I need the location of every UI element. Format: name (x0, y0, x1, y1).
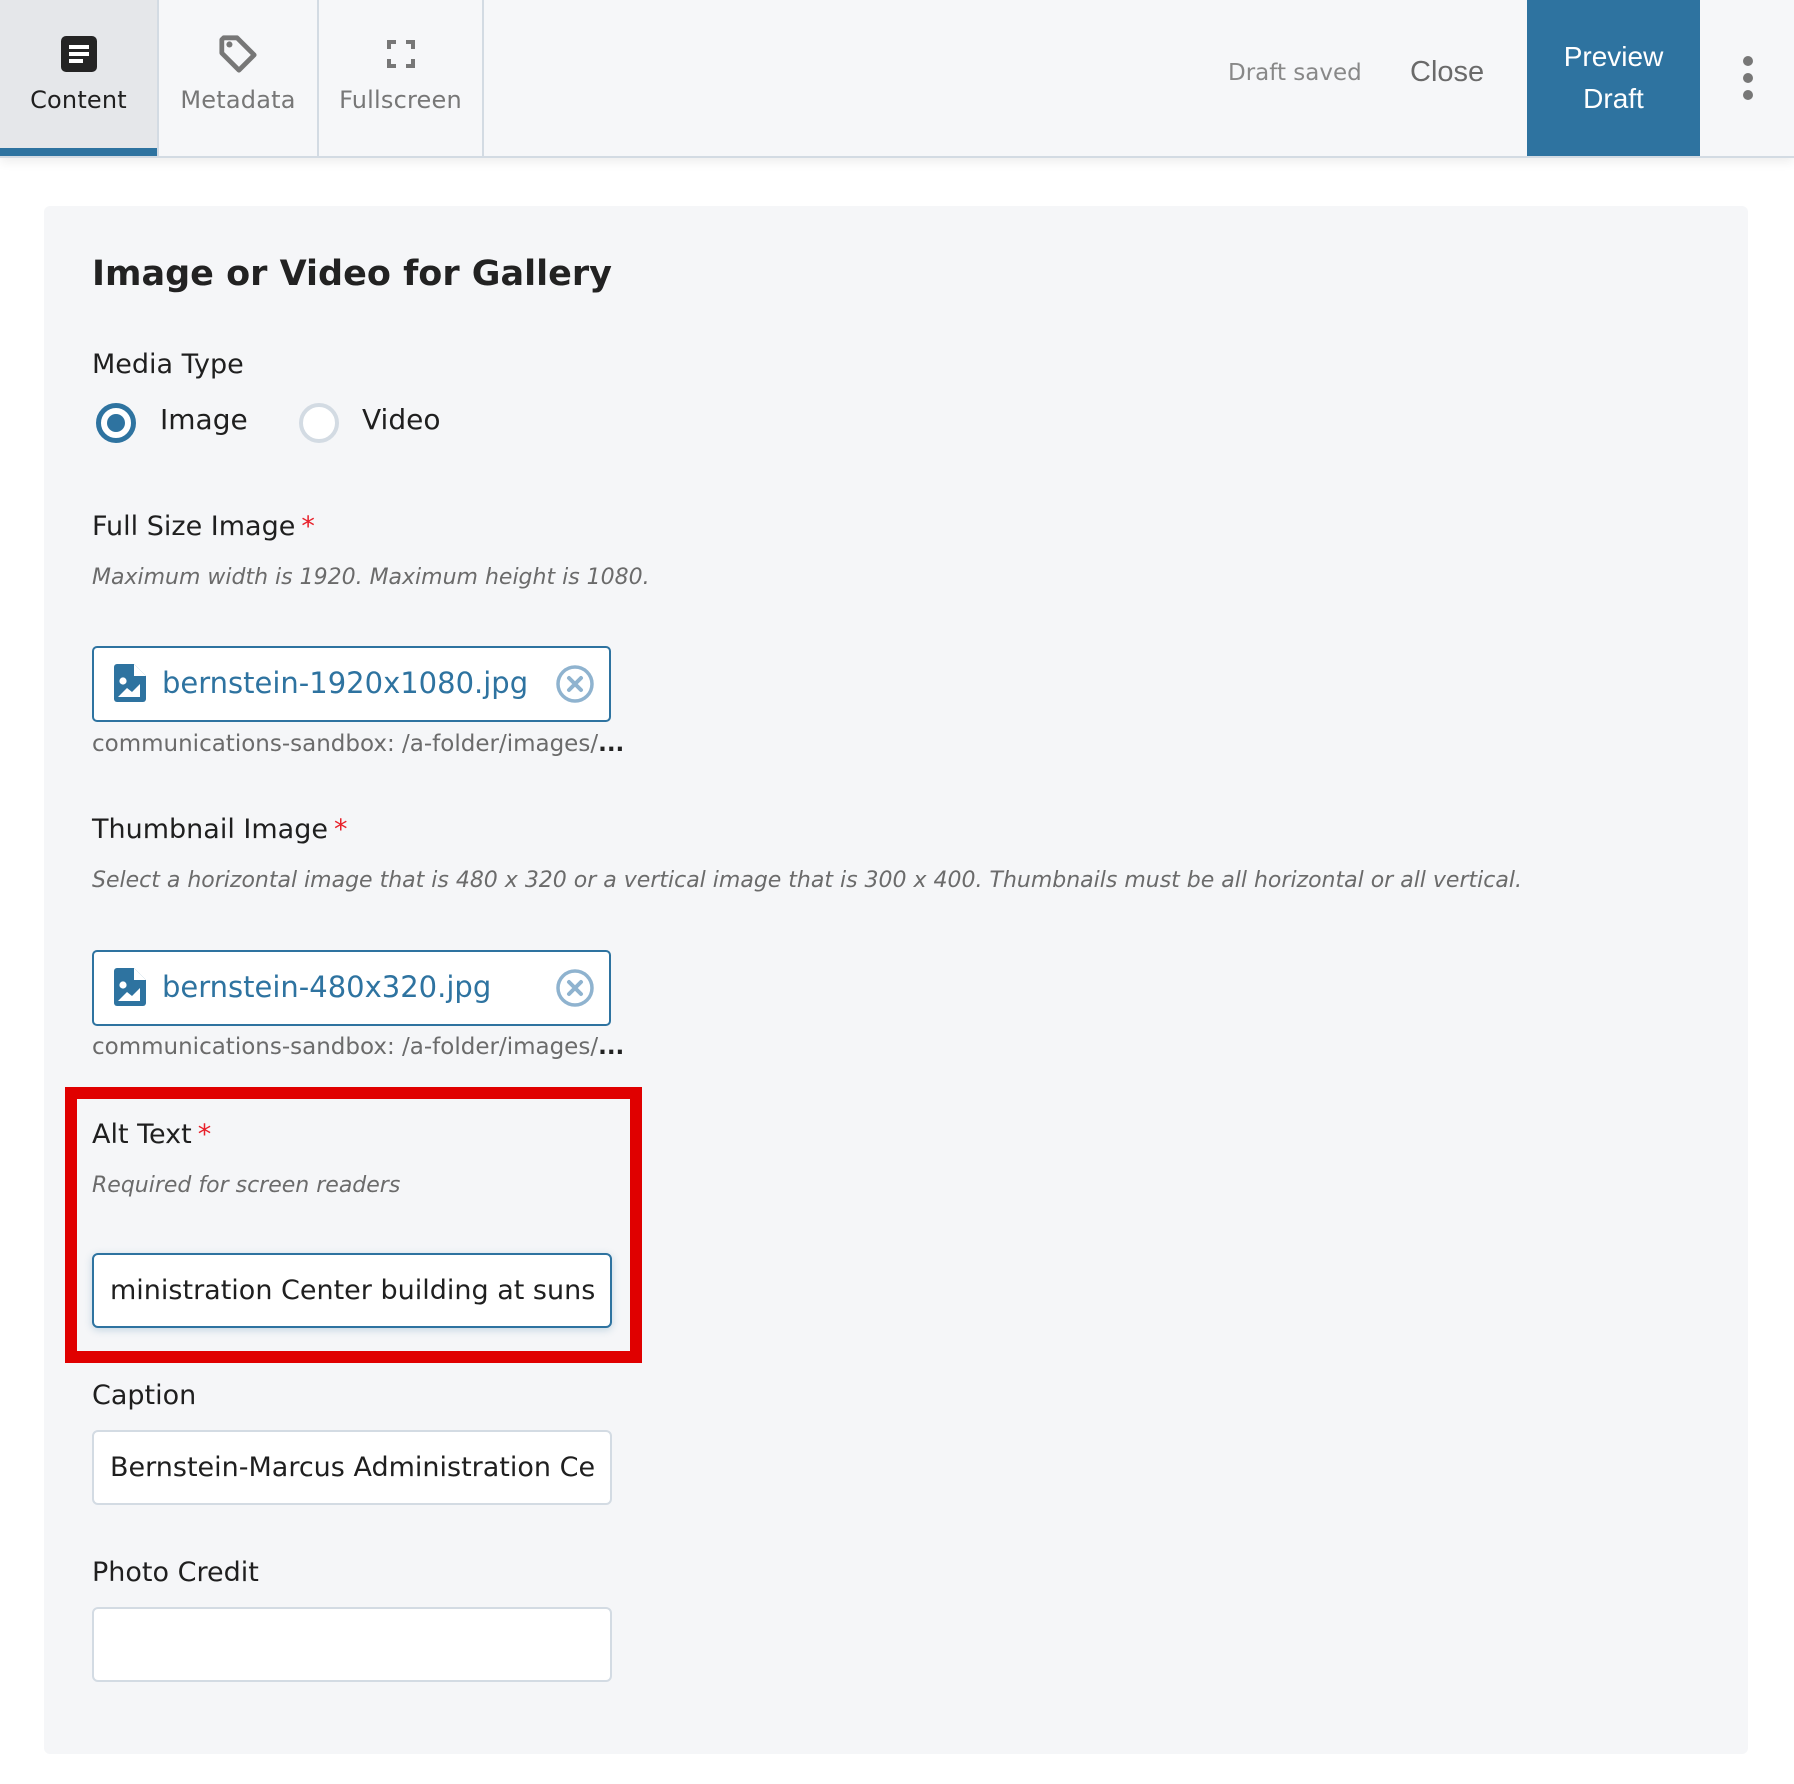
section-title: Image or Video for Gallery (92, 254, 612, 294)
tab-content[interactable]: Content (0, 0, 157, 156)
alt-text-label: Alt Text * (92, 1119, 212, 1150)
caption-input[interactable] (92, 1430, 612, 1505)
thumbnail-image-filename[interactable]: bernstein-480x320.jpg (162, 970, 491, 1004)
photo-credit-label: Photo Credit (92, 1557, 259, 1588)
required-marker: * (333, 814, 348, 845)
full-size-image-hint: Maximum width is 1920. Maximum height is… (92, 565, 650, 590)
tag-icon (218, 34, 258, 74)
image-file-icon (114, 664, 146, 706)
image-file-icon (114, 968, 146, 1010)
alt-text-input[interactable] (92, 1253, 612, 1328)
preview-draft-label-line1: Preview (1563, 41, 1664, 72)
radio-video[interactable] (299, 403, 339, 443)
required-marker: * (197, 1119, 212, 1150)
full-size-image-filename[interactable]: bernstein-1920x1080.jpg (162, 666, 528, 700)
caption-label: Caption (92, 1380, 197, 1411)
draft-status: Draft saved (1228, 60, 1362, 86)
radio-video-label[interactable]: Video (362, 403, 440, 436)
tab-fullscreen-label: Fullscreen (339, 86, 462, 114)
radio-image[interactable] (96, 403, 136, 443)
photo-credit-input[interactable] (92, 1607, 612, 1682)
radio-image-label[interactable]: Image (160, 403, 248, 436)
preview-draft-label-line2: Draft (1583, 83, 1644, 114)
full-size-image-file: bernstein-1920x1080.jpg (92, 646, 611, 722)
media-type-label: Media Type (92, 349, 244, 380)
full-size-image-label: Full Size Image * (92, 511, 315, 542)
thumbnail-image-file: bernstein-480x320.jpg (92, 950, 611, 1026)
fullscreen-icon (381, 34, 421, 74)
tab-metadata-label: Metadata (180, 86, 296, 114)
document-icon (59, 34, 99, 74)
remove-file-icon[interactable] (555, 968, 595, 1012)
thumbnail-image-path: communications-sandbox: /a-folder/images… (92, 1034, 625, 1060)
close-button[interactable]: Close (1410, 56, 1484, 89)
alt-text-hint: Required for screen readers (92, 1173, 401, 1198)
more-options-button[interactable] (1730, 56, 1766, 100)
required-marker: * (301, 511, 315, 542)
tab-fullscreen[interactable]: Fullscreen (319, 0, 484, 156)
more-vertical-icon (1743, 56, 1753, 66)
tab-content-label: Content (30, 86, 127, 114)
remove-file-icon[interactable] (555, 664, 595, 708)
full-size-image-path: communications-sandbox: /a-folder/images… (92, 731, 625, 757)
tab-metadata[interactable]: Metadata (157, 0, 319, 156)
thumbnail-image-hint: Select a horizontal image that is 480 x … (92, 868, 1522, 893)
preview-draft-button[interactable]: Preview Draft (1527, 0, 1700, 156)
thumbnail-image-label: Thumbnail Image * (92, 814, 348, 845)
editor-toolbar: Content Metadata Fullscreen Draft saved … (0, 0, 1794, 158)
